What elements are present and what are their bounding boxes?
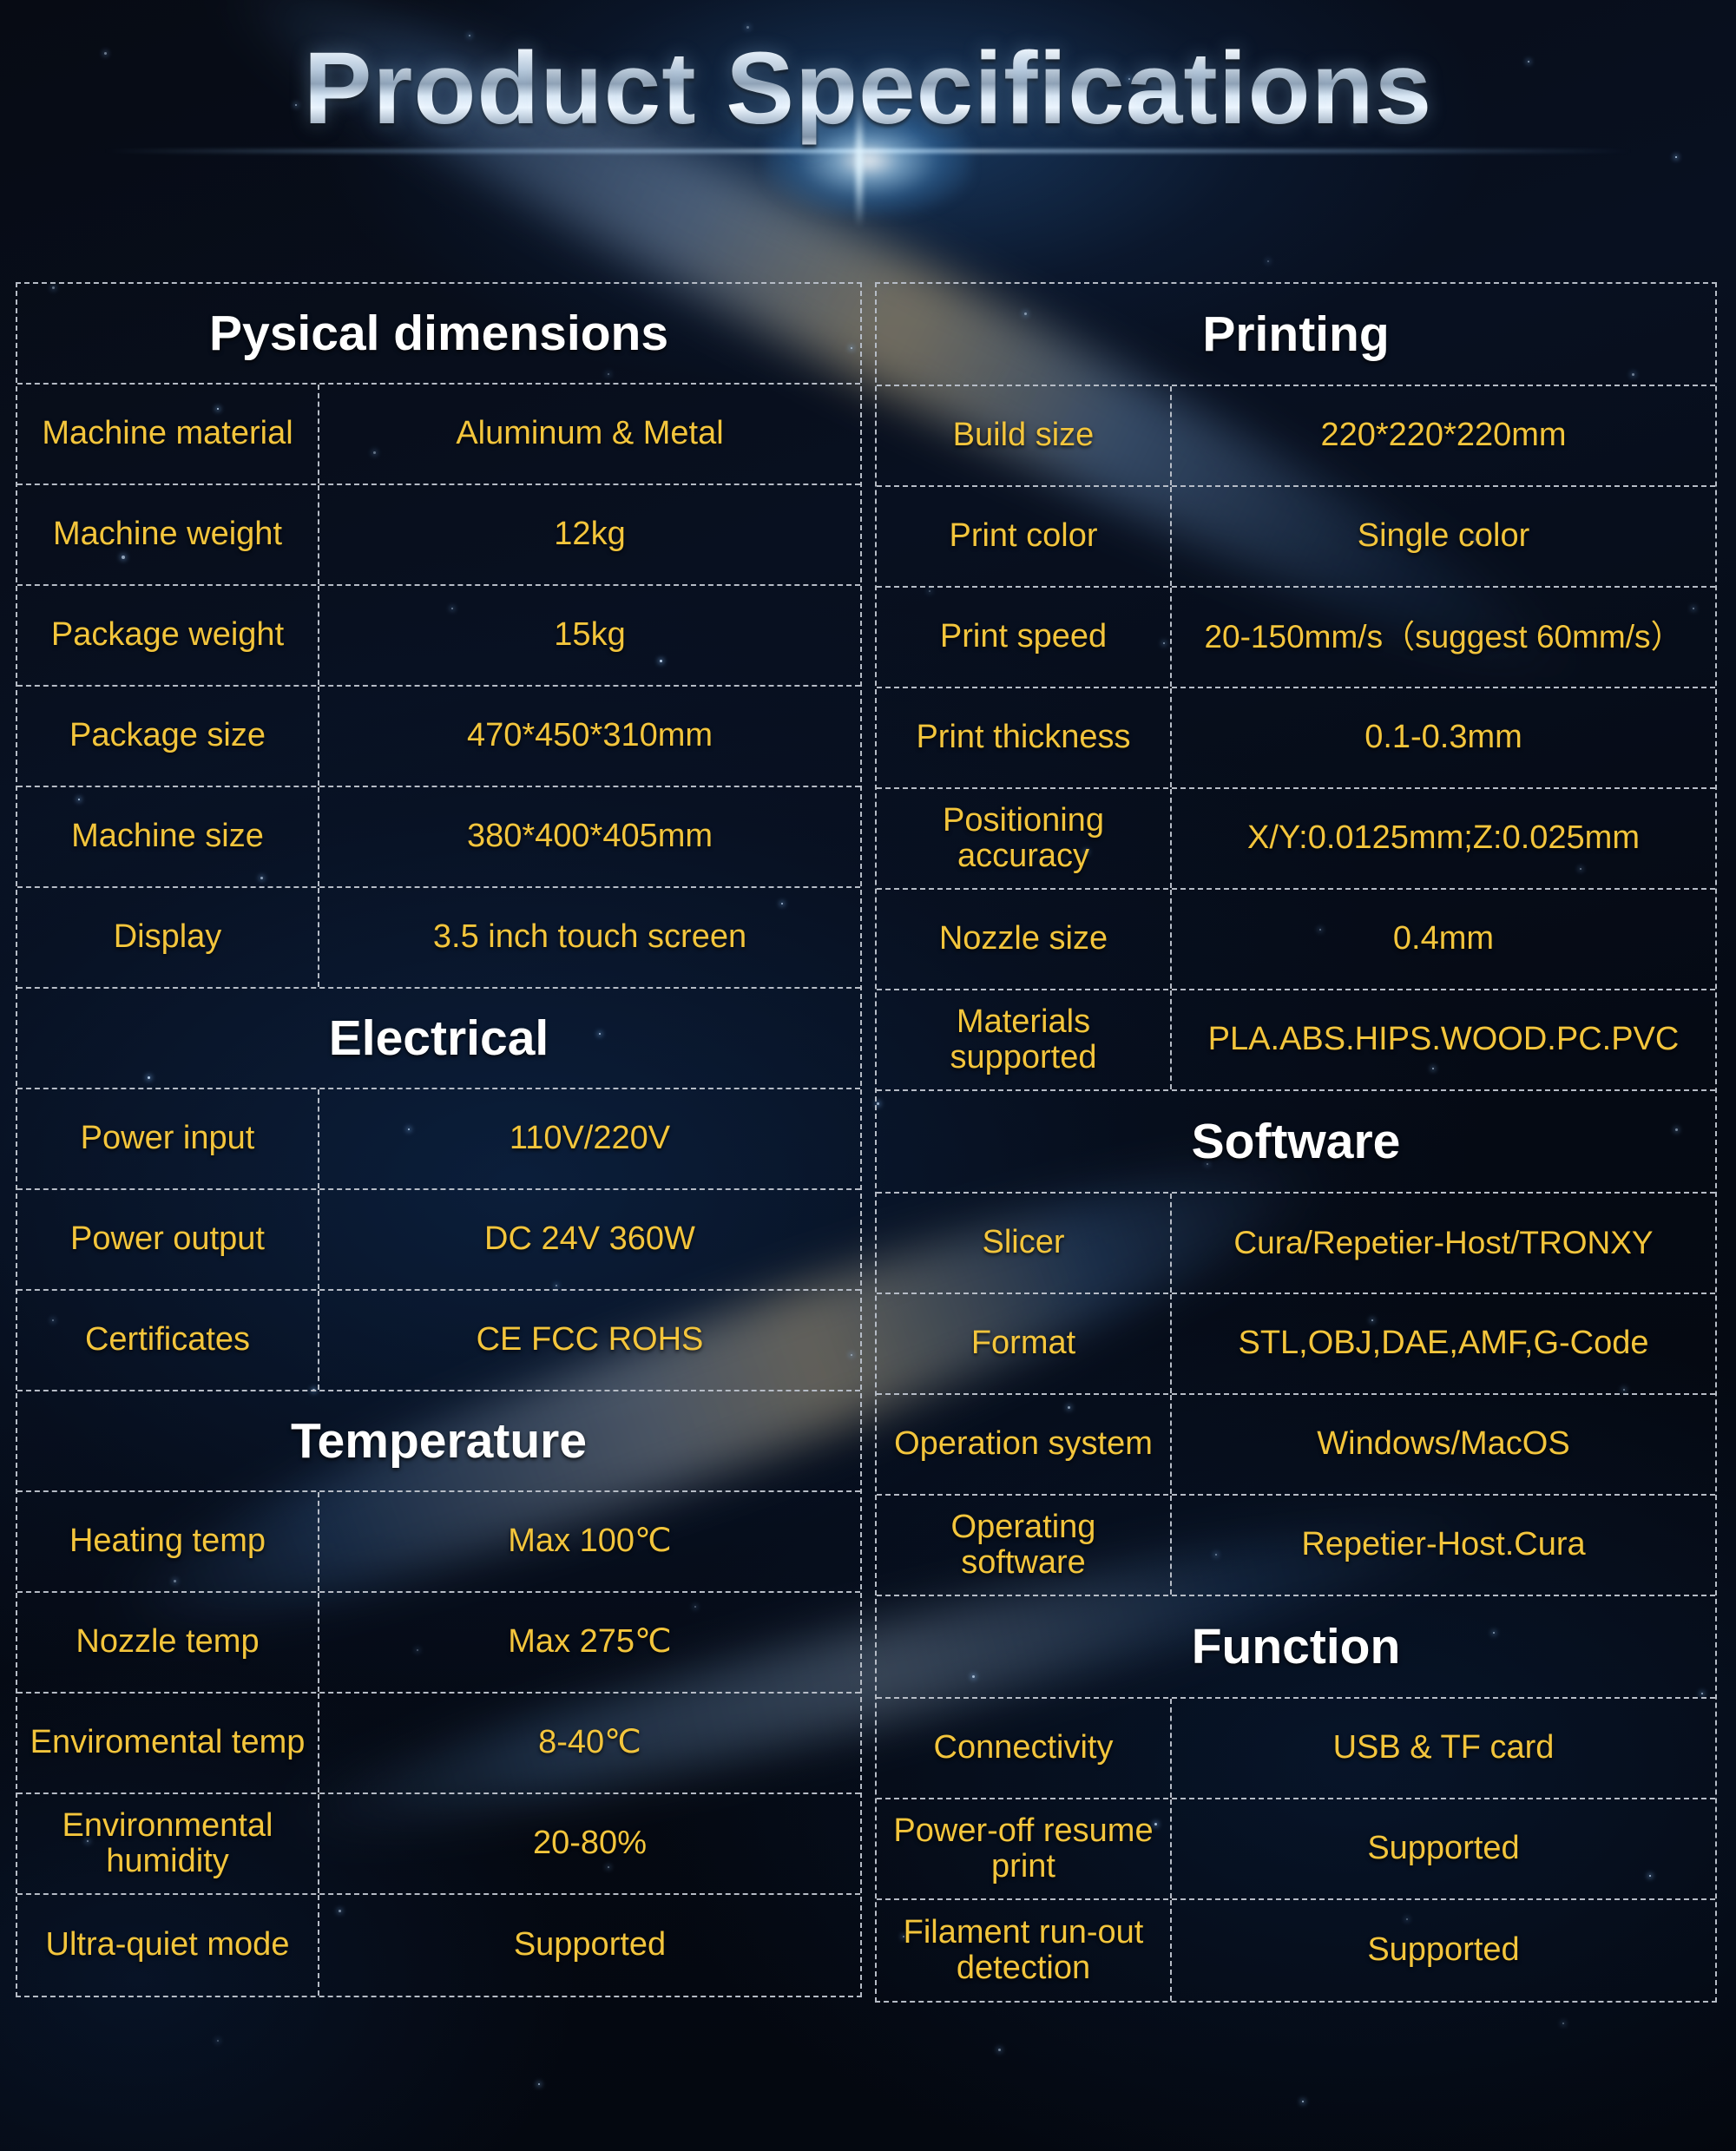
- table-row: Power output DC 24V 360W: [17, 1190, 860, 1291]
- spec-value: Max 275℃: [319, 1593, 860, 1692]
- table-row: Slicer Cura/Repetier-Host/TRONXY: [877, 1194, 1715, 1294]
- spec-key: Heating temp: [17, 1492, 319, 1591]
- spec-key: Environmental humidity: [17, 1794, 319, 1893]
- spec-value: Cura/Repetier-Host/TRONXY: [1172, 1194, 1715, 1293]
- spec-key: Positioning accuracy: [877, 789, 1172, 888]
- section-header-printing: Printing: [877, 284, 1715, 386]
- spec-value: 0.4mm: [1172, 890, 1715, 989]
- spec-value: 12kg: [319, 485, 860, 584]
- table-row: Format STL,OBJ,DAE,AMF,G-Code: [877, 1294, 1715, 1395]
- spec-value: 20-80%: [319, 1794, 860, 1893]
- spec-value: 3.5 inch touch screen: [319, 888, 860, 987]
- spec-key: Machine material: [17, 385, 319, 483]
- spec-value: PLA.ABS.HIPS.WOOD.PC.PVC: [1172, 990, 1715, 1089]
- spec-key: Enviromental temp: [17, 1694, 319, 1792]
- spec-key: Package size: [17, 687, 319, 786]
- table-row: Environmental humidity 20-80%: [17, 1794, 860, 1895]
- spec-value: Supported: [1172, 1799, 1715, 1898]
- spec-key: Nozzle temp: [17, 1593, 319, 1692]
- table-row: Operating software Repetier-Host.Cura: [877, 1496, 1715, 1596]
- table-row: Filament run-out detection Supported: [877, 1900, 1715, 2001]
- spec-value: CE FCC ROHS: [319, 1291, 860, 1390]
- section-header-electrical: Electrical: [17, 989, 860, 1089]
- spec-key: Print color: [877, 487, 1172, 586]
- spec-value: Supported: [1172, 1900, 1715, 2001]
- spec-key: Power input: [17, 1089, 319, 1188]
- table-row: Connectivity USB & TF card: [877, 1699, 1715, 1799]
- table-row: Nozzle temp Max 275℃: [17, 1593, 860, 1694]
- spec-key: Connectivity: [877, 1699, 1172, 1798]
- spec-value: Aluminum & Metal: [319, 385, 860, 483]
- spec-key: Filament run-out detection: [877, 1900, 1172, 2001]
- spec-key: Operating software: [877, 1496, 1172, 1595]
- spec-value: 0.1-0.3mm: [1172, 688, 1715, 787]
- page-title: Product Specifications: [0, 33, 1736, 146]
- spec-key: Slicer: [877, 1194, 1172, 1293]
- table-row: Print thickness 0.1-0.3mm: [877, 688, 1715, 789]
- spec-value: USB & TF card: [1172, 1699, 1715, 1798]
- section-header-software: Software: [877, 1091, 1715, 1194]
- spec-key: Build size: [877, 386, 1172, 485]
- spec-value: Supported: [319, 1895, 860, 1996]
- spec-key: Power output: [17, 1190, 319, 1289]
- table-row: Materials supported PLA.ABS.HIPS.WOOD.PC.…: [877, 990, 1715, 1091]
- section-header-pysical-dimensions: Pysical dimensions: [17, 284, 860, 385]
- table-row: Print speed 20-150mm/s（suggest 60mm/s）: [877, 588, 1715, 688]
- spec-value: Max 100℃: [319, 1492, 860, 1591]
- table-row: Certificates CE FCC ROHS: [17, 1291, 860, 1391]
- table-row: Machine weight 12kg: [17, 485, 860, 586]
- spec-value: DC 24V 360W: [319, 1190, 860, 1289]
- spec-value: 20-150mm/s（suggest 60mm/s）: [1172, 588, 1715, 687]
- spec-key: Nozzle size: [877, 890, 1172, 989]
- spec-key: Certificates: [17, 1291, 319, 1390]
- spec-value: STL,OBJ,DAE,AMF,G-Code: [1172, 1294, 1715, 1393]
- table-row: Power input 110V/220V: [17, 1089, 860, 1190]
- table-row: Ultra-quiet mode Supported: [17, 1895, 860, 1996]
- table-row: Power-off resume print Supported: [877, 1799, 1715, 1900]
- section-header-function: Function: [877, 1596, 1715, 1699]
- table-row: Enviromental temp 8-40℃: [17, 1694, 860, 1794]
- spec-key: Machine size: [17, 787, 319, 886]
- table-row: Nozzle size 0.4mm: [877, 890, 1715, 990]
- table-row: Build size 220*220*220mm: [877, 386, 1715, 487]
- table-row: Machine size 380*400*405mm: [17, 787, 860, 888]
- title-banner: Product Specifications: [0, 17, 1736, 200]
- table-row: Print color Single color: [877, 487, 1715, 588]
- table-row: Package size 470*450*310mm: [17, 687, 860, 787]
- spec-value: 220*220*220mm: [1172, 386, 1715, 485]
- spec-value: 15kg: [319, 586, 860, 685]
- spec-key: Print thickness: [877, 688, 1172, 787]
- spec-table-left: Pysical dimensions Machine material Alumin…: [16, 282, 862, 1997]
- spec-key: Package weight: [17, 586, 319, 685]
- spec-value: 110V/220V: [319, 1089, 860, 1188]
- table-row: Display 3.5 inch touch screen: [17, 888, 860, 989]
- spec-key: Machine weight: [17, 485, 319, 584]
- spec-value: 380*400*405mm: [319, 787, 860, 886]
- spec-table-right: Printing Build size 220*220*220mm Print col…: [875, 282, 1717, 2003]
- table-row: Heating temp Max 100℃: [17, 1492, 860, 1593]
- section-header-temperature: Temperature: [17, 1391, 860, 1492]
- table-row: Package weight 15kg: [17, 586, 860, 687]
- spec-value: Repetier-Host.Cura: [1172, 1496, 1715, 1595]
- spec-key: Operation system: [877, 1395, 1172, 1494]
- spec-key: Ultra-quiet mode: [17, 1895, 319, 1996]
- spec-key: Materials supported: [877, 990, 1172, 1089]
- table-row: Positioning accuracy X/Y:0.0125mm;Z:0.025…: [877, 789, 1715, 890]
- spec-value: Single color: [1172, 487, 1715, 586]
- spec-value: 470*450*310mm: [319, 687, 860, 786]
- table-row: Machine material Aluminum & Metal: [17, 385, 860, 485]
- spec-key: Power-off resume print: [877, 1799, 1172, 1898]
- table-row: Operation system Windows/MacOS: [877, 1395, 1715, 1496]
- spec-key: Display: [17, 888, 319, 987]
- spec-value: Windows/MacOS: [1172, 1395, 1715, 1494]
- spec-value: 8-40℃: [319, 1694, 860, 1792]
- spec-key: Format: [877, 1294, 1172, 1393]
- spec-value: X/Y:0.0125mm;Z:0.025mm: [1172, 789, 1715, 888]
- spec-key: Print speed: [877, 588, 1172, 687]
